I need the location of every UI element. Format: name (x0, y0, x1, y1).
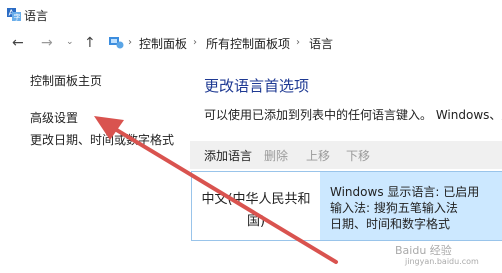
watermark-url: jingyan.baidu.com (405, 257, 479, 266)
baidu-watermark: Baidu 经验 (395, 244, 452, 257)
annotation-arrow (94, 116, 338, 264)
